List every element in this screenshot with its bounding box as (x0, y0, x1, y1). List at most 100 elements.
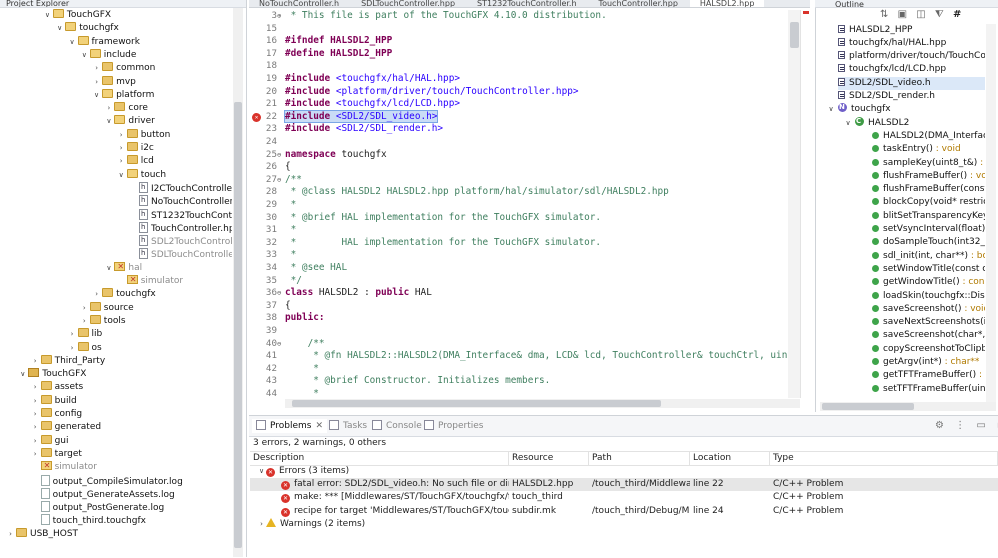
code-line[interactable]: 17 #define HALSDL2_HPP (249, 48, 784, 61)
collapse-arrow-icon[interactable]: › (92, 76, 101, 89)
expand-arrow-icon[interactable]: ∨ (55, 22, 64, 35)
tree-item[interactable]: › assets (31, 381, 83, 394)
tree-item[interactable]: NoTouchController.h (129, 195, 232, 208)
outline-item[interactable]: sampleKey(uint8_t&) : bool (872, 157, 985, 170)
code-line[interactable]: 28 * @class HALSDL2 HALSDL2.hpp platform… (249, 186, 784, 199)
overview-ruler[interactable] (800, 10, 810, 398)
tree-item[interactable]: ∨ TouchGFX (43, 9, 111, 22)
outline-item[interactable]: flushFrameBuffer() : void (872, 170, 985, 183)
problem-group[interactable]: ∨ ✕ Errors (3 items) (250, 465, 998, 478)
outline-item[interactable]: CgetWindowTitle() : const char* (872, 276, 985, 289)
collapse-arrow-icon[interactable]: › (117, 155, 126, 168)
code-line[interactable]: 37 { (249, 300, 784, 313)
outline-item[interactable]: HALSDL2_HPP (838, 24, 985, 37)
expand-arrow-icon[interactable]: ∨ (117, 169, 126, 182)
code-line[interactable]: ✕ 22 #include <SDL2/SDL_video.h> (249, 109, 784, 124)
outline-item[interactable]: sdl_init(int, char**) : bool (872, 250, 985, 263)
tree-item[interactable]: › source (80, 301, 134, 315)
outline-item[interactable]: blockCopy(void* restrict, const void* (872, 196, 985, 209)
outline-item[interactable]: setVsyncInterval(float) : void (872, 223, 985, 236)
code-line[interactable]: 15 (249, 23, 784, 36)
outline-horizontal-scrollbar-thumb[interactable] (822, 403, 914, 410)
collapse-arrow-icon[interactable]: › (92, 288, 101, 301)
outline-item[interactable]: platform/driver/touch/TouchController.hp… (838, 50, 985, 63)
tree-item[interactable]: ∨ touch (117, 168, 166, 182)
code-line[interactable]: 18 (249, 60, 784, 73)
expand-arrow-icon[interactable]: ∨ (43, 9, 52, 22)
tree-item[interactable]: I2CTouchController.h (129, 181, 232, 195)
code-line[interactable]: 3 ⊕ * This file is part of the TouchGFX 4… (249, 10, 784, 23)
column-header-resource[interactable]: Resource (509, 452, 589, 465)
fold-toggle-icon[interactable]: ⊖ (277, 338, 281, 351)
outline-item[interactable]: saveNextScreenshots(int) (872, 316, 985, 329)
bottom-tab-tasks[interactable]: Tasks (329, 419, 367, 433)
code-line[interactable]: 20 #include <platform/driver/touch/TouchC… (249, 86, 784, 99)
bottom-tab-problems[interactable]: Problems ✕ (252, 419, 328, 433)
close-icon[interactable]: ✕ (315, 421, 323, 431)
column-header-type[interactable]: Type (770, 452, 998, 465)
code-line[interactable]: 34 * @see HAL (249, 262, 784, 275)
editor-horizontal-scrollbar-thumb[interactable] (292, 400, 661, 407)
problem-group[interactable]: › Warnings (2 items) (250, 517, 998, 531)
expand-arrow-icon[interactable]: ∨ (257, 465, 266, 478)
tree-item[interactable]: output_PostGenerate.log (31, 501, 164, 514)
filter-icon[interactable]: ⧨ (935, 9, 944, 20)
tree-item[interactable]: touch_third.touchgfx (31, 514, 146, 527)
tree-item[interactable]: › config (31, 408, 82, 421)
code-line[interactable]: 23 #include <SDL2/SDL_render.h> (249, 123, 784, 136)
tree-item[interactable]: › lib (68, 328, 102, 341)
column-header-description[interactable]: Description (250, 452, 509, 465)
code-line[interactable]: 25 ⊖ namespace touchgfx (249, 149, 784, 162)
column-header-path[interactable]: Path (589, 452, 690, 465)
bottom-tab-console[interactable]: Console (372, 419, 422, 433)
tree-item[interactable]: output_GenerateAssets.log (31, 487, 175, 501)
outline-item[interactable]: HALSDL2(DMA_Interface&, LCD&, TouchContr… (872, 130, 985, 143)
hide-static-icon[interactable]: ◫ (916, 9, 925, 20)
tree-item[interactable]: SDLTouchController.hpp (129, 248, 232, 261)
tree-item[interactable]: ∨ platform (92, 88, 154, 102)
outline-item[interactable]: blitSetTransparencyKey(uint16_t) (872, 210, 985, 223)
outline-item[interactable]: loadSkin(touchgfx::DisplayOrientation (872, 290, 985, 303)
tree-item[interactable]: › target (31, 447, 82, 461)
outline-item[interactable]: CgetTFTFrameBuffer() : uint16_t* (872, 369, 985, 382)
expand-arrow-icon[interactable]: ∨ (80, 49, 89, 62)
group-includes-icon[interactable]: # (953, 9, 961, 20)
tree-item[interactable]: SDL2TouchController.hpp (129, 235, 232, 248)
collapse-arrow-icon[interactable]: › (31, 355, 40, 368)
code-line[interactable]: 26 { (249, 161, 784, 174)
outline-item[interactable]: SDL2/SDL_video.h (838, 76, 985, 90)
outline-item[interactable]: saveScreenshot() : void (872, 303, 985, 316)
code-line[interactable]: 38 public: (249, 312, 784, 325)
tree-item[interactable]: output_CompileSimulator.log (31, 474, 183, 488)
outline-item[interactable]: ∨ HALSDL2 (841, 116, 985, 130)
collapse-arrow-icon[interactable]: › (6, 528, 15, 541)
collapse-arrow-icon[interactable]: › (31, 435, 40, 448)
expand-arrow-icon[interactable]: ∨ (18, 368, 27, 381)
fold-toggle-icon[interactable]: ⊖ (277, 149, 281, 162)
bottom-tab-properties[interactable]: Properties (424, 419, 483, 433)
tree-item[interactable]: ∨ touchgfx (55, 22, 119, 35)
editor-tab[interactable]: NoTouchController.h (249, 0, 349, 7)
collapse-arrow-icon[interactable]: › (68, 342, 77, 355)
expand-arrow-icon[interactable]: ∨ (824, 103, 838, 116)
collapse-arrow-icon[interactable]: › (117, 129, 126, 142)
collapse-arrow-icon[interactable]: › (104, 102, 113, 115)
problem-row[interactable]: ✕ recipe for target 'Middlewares/ST/Touch… (250, 505, 998, 518)
collapse-arrow-icon[interactable]: › (31, 381, 40, 394)
editor-vertical-scrollbar[interactable] (788, 10, 800, 398)
code-line[interactable]: 36 ⊖ class HALSDL2 : public HAL (249, 287, 784, 300)
editor-tab[interactable]: SDLTouchController.hpp (351, 0, 465, 7)
outline-item[interactable]: SgetArgv(int*) : char** (872, 356, 985, 369)
code-line[interactable]: 35 */ (249, 275, 784, 288)
code-line[interactable]: 19 #include <touchgfx/hal/HAL.hpp> (249, 73, 784, 86)
outline-item[interactable]: setTFTFrameBuffer(uint16_t*) (872, 383, 985, 396)
outline-item[interactable]: touchgfx/lcd/LCD.hpp (838, 63, 985, 76)
expand-arrow-icon[interactable]: ∨ (104, 262, 113, 275)
collapse-arrow-icon[interactable]: › (117, 142, 126, 155)
tree-item[interactable]: simulator (31, 461, 97, 474)
code-line[interactable]: 42 * (249, 363, 784, 376)
code-line[interactable]: 41 * @fn HALSDL2::HALSDL2(DMA_Interface&… (249, 350, 793, 363)
collapse-arrow-icon[interactable]: › (92, 62, 101, 75)
expand-arrow-icon[interactable]: ∨ (92, 89, 101, 102)
code-line[interactable]: 40 ⊖ /** (249, 338, 784, 351)
